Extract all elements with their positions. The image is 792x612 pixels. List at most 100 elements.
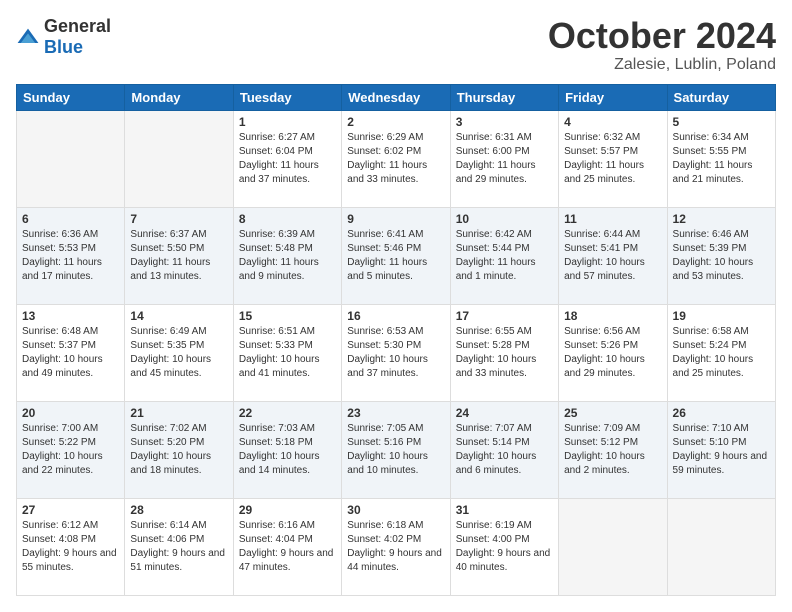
day-number: 23: [347, 406, 444, 420]
table-cell: 2 Sunrise: 6:29 AM Sunset: 6:02 PM Daylig…: [342, 110, 450, 207]
table-cell: 5 Sunrise: 6:34 AM Sunset: 5:55 PM Daylig…: [667, 110, 775, 207]
table-cell: 22 Sunrise: 7:03 AM Sunset: 5:18 PM Dayli…: [233, 401, 341, 498]
table-cell: 4 Sunrise: 6:32 AM Sunset: 5:57 PM Daylig…: [559, 110, 667, 207]
day-info: Sunrise: 6:32 AM Sunset: 5:57 PM Dayligh…: [564, 131, 661, 187]
table-cell: 24 Sunrise: 7:07 AM Sunset: 5:14 PM Dayli…: [450, 401, 558, 498]
day-info: Sunrise: 6:46 AM Sunset: 5:39 PM Dayligh…: [673, 228, 770, 284]
day-number: 11: [564, 212, 661, 226]
table-cell: 6Sunrise: 6:36 AM Sunset: 5:53 PM Daylig…: [17, 207, 125, 304]
day-info: Sunrise: 6:44 AM Sunset: 5:41 PM Dayligh…: [564, 228, 661, 284]
day-number: 26: [673, 406, 770, 420]
day-number: 12: [673, 212, 770, 226]
table-cell: [17, 110, 125, 207]
day-number: 14: [130, 309, 227, 323]
day-number: 13: [22, 309, 119, 323]
day-number: 31: [456, 503, 553, 517]
table-cell: 25Sunrise: 7:09 AM Sunset: 5:12 PM Dayli…: [559, 401, 667, 498]
day-info: Sunrise: 6:39 AM Sunset: 5:48 PM Dayligh…: [239, 228, 336, 284]
col-saturday: Saturday: [667, 84, 775, 110]
table-cell: 13 Sunrise: 6:48 AM Sunset: 5:37 PM Dayli…: [17, 304, 125, 401]
day-number: 1: [239, 115, 336, 129]
day-number: 8: [239, 212, 336, 226]
table-cell: 18 Sunrise: 6:56 AM Sunset: 5:26 PM Dayli…: [559, 304, 667, 401]
day-number: 30: [347, 503, 444, 517]
table-cell: 14Sunrise: 6:49 AM Sunset: 5:35 PM Dayli…: [125, 304, 233, 401]
table-cell: 30 Sunrise: 6:18 AM Sunset: 4:02 PM Dayli…: [342, 498, 450, 595]
col-thursday: Thursday: [450, 84, 558, 110]
day-info: Sunrise: 6:14 AM Sunset: 4:06 PM Dayligh…: [130, 519, 227, 575]
table-cell: 28Sunrise: 6:14 AM Sunset: 4:06 PM Dayli…: [125, 498, 233, 595]
table-cell: 31 Sunrise: 6:19 AM Sunset: 4:00 PM Dayli…: [450, 498, 558, 595]
col-friday: Friday: [559, 84, 667, 110]
table-cell: [125, 110, 233, 207]
day-number: 9: [347, 212, 444, 226]
table-cell: 8 Sunrise: 6:39 AM Sunset: 5:48 PM Daylig…: [233, 207, 341, 304]
calendar-row: 27Sunrise: 6:12 AM Sunset: 4:08 PM Dayli…: [17, 498, 776, 595]
day-info: Sunrise: 6:48 AM Sunset: 5:37 PM Dayligh…: [22, 325, 119, 381]
calendar-row: 20Sunrise: 7:00 AM Sunset: 5:22 PM Dayli…: [17, 401, 776, 498]
logo: General Blue: [16, 16, 111, 58]
table-cell: 27Sunrise: 6:12 AM Sunset: 4:08 PM Dayli…: [17, 498, 125, 595]
day-number: 5: [673, 115, 770, 129]
month-title: October 2024: [548, 16, 776, 56]
day-info: Sunrise: 7:02 AM Sunset: 5:20 PM Dayligh…: [130, 422, 227, 478]
day-info: Sunrise: 6:53 AM Sunset: 5:30 PM Dayligh…: [347, 325, 444, 381]
day-info: Sunrise: 6:41 AM Sunset: 5:46 PM Dayligh…: [347, 228, 444, 284]
table-cell: 17 Sunrise: 6:55 AM Sunset: 5:28 PM Dayli…: [450, 304, 558, 401]
logo-general: General: [44, 16, 111, 36]
table-cell: 7Sunrise: 6:37 AM Sunset: 5:50 PM Daylig…: [125, 207, 233, 304]
day-number: 10: [456, 212, 553, 226]
day-number: 24: [456, 406, 553, 420]
day-number: 25: [564, 406, 661, 420]
col-tuesday: Tuesday: [233, 84, 341, 110]
calendar-table: Sunday Monday Tuesday Wednesday Thursday…: [16, 84, 776, 596]
table-cell: 15Sunrise: 6:51 AM Sunset: 5:33 PM Dayli…: [233, 304, 341, 401]
day-number: 18: [564, 309, 661, 323]
table-cell: 21 Sunrise: 7:02 AM Sunset: 5:20 PM Dayli…: [125, 401, 233, 498]
day-number: 17: [456, 309, 553, 323]
day-number: 15: [239, 309, 336, 323]
day-info: Sunrise: 6:55 AM Sunset: 5:28 PM Dayligh…: [456, 325, 553, 381]
day-info: Sunrise: 7:03 AM Sunset: 5:18 PM Dayligh…: [239, 422, 336, 478]
day-number: 22: [239, 406, 336, 420]
day-number: 2: [347, 115, 444, 129]
col-sunday: Sunday: [17, 84, 125, 110]
table-cell: 11 Sunrise: 6:44 AM Sunset: 5:41 PM Dayli…: [559, 207, 667, 304]
location: Zalesie, Lublin, Poland: [548, 56, 776, 74]
col-wednesday: Wednesday: [342, 84, 450, 110]
table-cell: [559, 498, 667, 595]
day-number: 16: [347, 309, 444, 323]
table-cell: 19 Sunrise: 6:58 AM Sunset: 5:24 PM Dayli…: [667, 304, 775, 401]
day-info: Sunrise: 6:29 AM Sunset: 6:02 PM Dayligh…: [347, 131, 444, 187]
table-cell: 16 Sunrise: 6:53 AM Sunset: 5:30 PM Dayli…: [342, 304, 450, 401]
logo-blue: Blue: [44, 37, 83, 57]
header: General Blue October 2024 Zalesie, Lubli…: [16, 16, 776, 74]
day-info: Sunrise: 6:34 AM Sunset: 5:55 PM Dayligh…: [673, 131, 770, 187]
day-info: Sunrise: 6:19 AM Sunset: 4:00 PM Dayligh…: [456, 519, 553, 575]
day-info: Sunrise: 7:10 AM Sunset: 5:10 PM Dayligh…: [673, 422, 770, 478]
day-number: 6: [22, 212, 119, 226]
table-cell: 10 Sunrise: 6:42 AM Sunset: 5:44 PM Dayli…: [450, 207, 558, 304]
logo-text: General Blue: [44, 16, 111, 58]
col-monday: Monday: [125, 84, 233, 110]
table-cell: 26 Sunrise: 7:10 AM Sunset: 5:10 PM Dayli…: [667, 401, 775, 498]
day-number: 4: [564, 115, 661, 129]
day-info: Sunrise: 6:16 AM Sunset: 4:04 PM Dayligh…: [239, 519, 336, 575]
day-info: Sunrise: 6:27 AM Sunset: 6:04 PM Dayligh…: [239, 131, 336, 187]
page: General Blue October 2024 Zalesie, Lubli…: [0, 0, 792, 612]
logo-icon: [16, 27, 40, 47]
table-cell: 20Sunrise: 7:00 AM Sunset: 5:22 PM Dayli…: [17, 401, 125, 498]
day-number: 19: [673, 309, 770, 323]
day-info: Sunrise: 6:56 AM Sunset: 5:26 PM Dayligh…: [564, 325, 661, 381]
day-info: Sunrise: 7:07 AM Sunset: 5:14 PM Dayligh…: [456, 422, 553, 478]
calendar-row: 13 Sunrise: 6:48 AM Sunset: 5:37 PM Dayli…: [17, 304, 776, 401]
day-info: Sunrise: 6:18 AM Sunset: 4:02 PM Dayligh…: [347, 519, 444, 575]
calendar-row: 6Sunrise: 6:36 AM Sunset: 5:53 PM Daylig…: [17, 207, 776, 304]
table-cell: [667, 498, 775, 595]
day-info: Sunrise: 6:58 AM Sunset: 5:24 PM Dayligh…: [673, 325, 770, 381]
day-info: Sunrise: 6:31 AM Sunset: 6:00 PM Dayligh…: [456, 131, 553, 187]
calendar-row: 1 Sunrise: 6:27 AM Sunset: 6:04 PM Daylig…: [17, 110, 776, 207]
day-number: 21: [130, 406, 227, 420]
day-info: Sunrise: 6:42 AM Sunset: 5:44 PM Dayligh…: [456, 228, 553, 284]
table-cell: 29Sunrise: 6:16 AM Sunset: 4:04 PM Dayli…: [233, 498, 341, 595]
